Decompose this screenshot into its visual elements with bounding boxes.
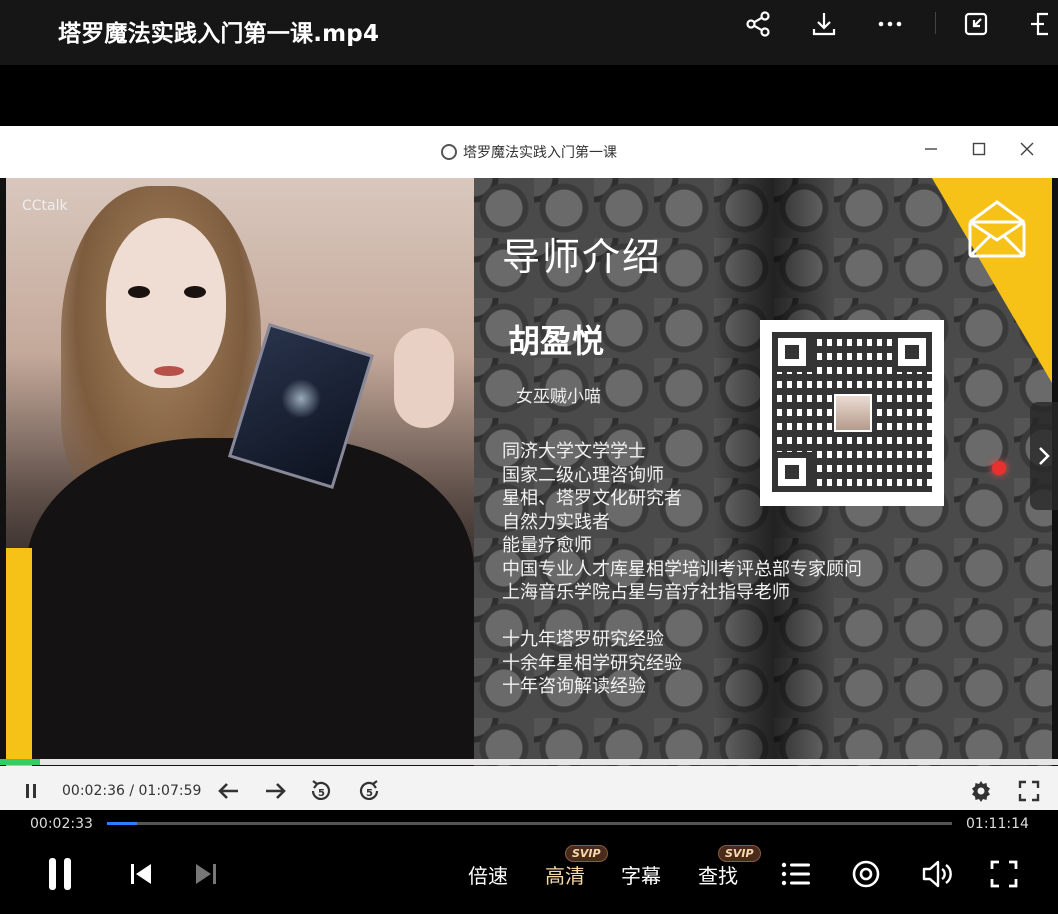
outer-progress-row: 00:02:33 01:11:14 bbox=[0, 810, 1058, 836]
qr-avatar bbox=[834, 394, 872, 432]
credential-item: 中国专业人才库星相学培训考评总部专家顾问 bbox=[502, 558, 862, 580]
recorded-player-controls: 00:02:36 / 01:07:59 5 5 bbox=[0, 766, 1058, 816]
slide: CCtalk 导师介绍 胡盈悦 女巫贼小喵 同济大学文学学士 国家二级心理咨询师… bbox=[6, 178, 1052, 766]
experience-item: 十年咨询解读经验 bbox=[502, 676, 646, 697]
experience-item: 十余年星相学研究经验 bbox=[502, 652, 682, 674]
playlist-button[interactable] bbox=[776, 854, 816, 894]
quality-button[interactable]: 高清 SVIP bbox=[545, 845, 608, 889]
inner-fullscreen-icon bbox=[1016, 778, 1042, 804]
search-button[interactable]: 查找 SVIP bbox=[698, 845, 761, 889]
total-time: 01:11:14 bbox=[966, 816, 1029, 832]
list-icon bbox=[781, 862, 810, 886]
forward-5-icon: 5 bbox=[356, 778, 382, 804]
speed-button[interactable]: 倍速 bbox=[468, 860, 508, 889]
slide-heading: 导师介绍 bbox=[502, 235, 663, 279]
rewind-5-icon: 5 bbox=[308, 778, 334, 804]
svg-text:5: 5 bbox=[366, 788, 373, 799]
svg-text:5: 5 bbox=[318, 788, 325, 799]
target-icon bbox=[852, 860, 880, 888]
svip-badge: SVIP bbox=[718, 845, 761, 862]
slide-progress-fill bbox=[0, 759, 41, 765]
credential-item: 能量疗愈师 bbox=[502, 535, 592, 556]
previous-button[interactable] bbox=[121, 854, 161, 894]
tutor-alias: 女巫贼小喵 bbox=[516, 387, 601, 407]
share-icon[interactable] bbox=[742, 8, 774, 40]
credential-item: 上海音乐学院占星与音疗社指导老师 bbox=[502, 582, 790, 603]
credential-item: 自然力实践者 bbox=[502, 511, 610, 533]
video-title: 塔罗魔法实践入门第一课.mp4 bbox=[58, 21, 380, 47]
subtitle-button[interactable]: 字幕 bbox=[621, 860, 661, 889]
mail-icon bbox=[964, 196, 1030, 262]
fullscreen-icon bbox=[990, 860, 1018, 888]
pause-icon bbox=[49, 858, 71, 890]
svip-badge: SVIP bbox=[565, 845, 608, 862]
top-divider bbox=[935, 12, 936, 34]
next-video-button[interactable] bbox=[1030, 402, 1058, 510]
current-time: 00:02:33 bbox=[30, 816, 93, 832]
mini-window-icon[interactable] bbox=[960, 8, 992, 40]
maximize-icon bbox=[964, 136, 994, 162]
tutor-name: 胡盈悦 bbox=[508, 322, 605, 360]
experience-item: 十九年塔罗研究经验 bbox=[502, 629, 664, 650]
slide-info-panel: 导师介绍 胡盈悦 女巫贼小喵 同济大学文学学士 国家二级心理咨询师 星相、塔罗文… bbox=[474, 178, 1052, 766]
slide-progress-bar bbox=[0, 759, 1058, 765]
seek-bar[interactable] bbox=[107, 822, 952, 825]
inner-time-display: 00:02:36 / 01:07:59 bbox=[62, 783, 202, 799]
minimize-icon bbox=[916, 136, 946, 162]
inner-settings-icon bbox=[968, 778, 994, 804]
more-icon[interactable] bbox=[874, 8, 906, 40]
laser-pointer bbox=[992, 461, 1006, 475]
download-icon[interactable] bbox=[808, 8, 840, 40]
qr-code bbox=[760, 320, 944, 506]
video-frame[interactable]: 塔罗魔法实践入门第一课 CCtalk 导师介绍 胡盈悦 女巫贼小喵 同济大学文学… bbox=[0, 126, 1058, 766]
inner-pause-icon bbox=[18, 778, 44, 804]
inner-window-title: 塔罗魔法实践入门第一课 bbox=[0, 142, 1058, 162]
inner-window-titlebar: 塔罗魔法实践入门第一课 bbox=[0, 126, 1058, 178]
record-button[interactable] bbox=[846, 854, 886, 894]
fullscreen-button[interactable] bbox=[984, 854, 1024, 894]
close-icon bbox=[1012, 136, 1042, 162]
arrow-left-icon bbox=[216, 778, 242, 804]
presenter-photo: CCtalk bbox=[6, 178, 474, 766]
volume-button[interactable] bbox=[917, 854, 957, 894]
skip-next-icon bbox=[196, 864, 216, 884]
seek-bar-fill bbox=[107, 822, 138, 825]
top-bar: 塔罗魔法实践入门第一课.mp4 bbox=[0, 0, 1058, 65]
pause-button[interactable] bbox=[40, 854, 80, 894]
exit-icon[interactable] bbox=[1026, 8, 1058, 40]
speaker-icon bbox=[922, 860, 952, 888]
cctalk-watermark: CCtalk bbox=[22, 198, 68, 214]
arrow-right-icon bbox=[262, 778, 288, 804]
chevron-right-icon bbox=[1039, 447, 1050, 465]
next-button[interactable] bbox=[186, 854, 226, 894]
experience-list: 十九年塔罗研究经验 十余年星相学研究经验 十年咨询解读经验 bbox=[502, 628, 682, 699]
cctalk-logo-icon bbox=[441, 144, 457, 160]
player-controls: 倍速 高清 SVIP 字幕 查找 SVIP bbox=[0, 836, 1058, 914]
skip-previous-icon bbox=[131, 864, 151, 884]
